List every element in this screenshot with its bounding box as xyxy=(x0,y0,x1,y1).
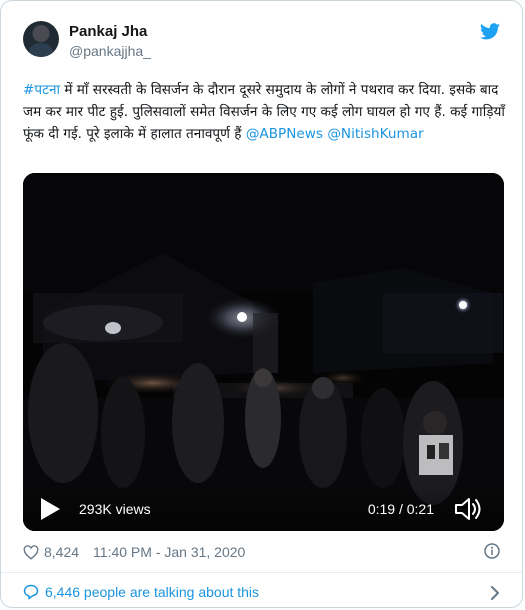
play-icon[interactable] xyxy=(39,497,61,521)
video-player[interactable]: 293K views 0:19 / 0:21 xyxy=(23,173,504,531)
video-time: 0:19 / 0:21 xyxy=(367,501,434,517)
talking-count-label[interactable]: 6,446 people are talking about this xyxy=(45,584,259,600)
tweet-text: #पटना में माँ सरस्वती के विसर्जन के दौरा… xyxy=(23,79,505,145)
hashtag-link[interactable]: #पटना xyxy=(23,82,60,98)
twitter-bird-icon[interactable] xyxy=(480,23,500,40)
video-frame xyxy=(23,173,504,531)
volume-icon[interactable] xyxy=(454,496,484,522)
video-controls: 293K views 0:19 / 0:21 xyxy=(23,485,504,531)
speech-bubble-icon xyxy=(23,584,39,600)
mention-link-abpnews[interactable]: @ABPNews xyxy=(246,126,323,142)
tweet-card[interactable]: Pankaj Jha @pankajjha_ #पटना में माँ सरस… xyxy=(0,0,523,608)
view-count: 293K views xyxy=(79,501,151,517)
info-icon[interactable] xyxy=(484,543,500,559)
conversation-link[interactable]: 6,446 people are talking about this xyxy=(23,584,259,600)
tweet-meta: 8,424 11:40 PM - Jan 31, 2020 xyxy=(23,542,245,562)
author-handle[interactable]: @pankajjha_ xyxy=(69,43,151,59)
chevron-right-icon[interactable] xyxy=(490,585,500,601)
mention-link-nitishkumar[interactable]: @NitishKumar xyxy=(327,126,423,142)
avatar[interactable] xyxy=(23,21,59,57)
divider xyxy=(1,572,522,573)
tweet-timestamp[interactable]: 11:40 PM - Jan 31, 2020 xyxy=(93,544,245,560)
heart-icon[interactable] xyxy=(23,544,39,560)
like-count[interactable]: 8,424 xyxy=(44,544,79,560)
author-name[interactable]: Pankaj Jha xyxy=(69,23,147,40)
